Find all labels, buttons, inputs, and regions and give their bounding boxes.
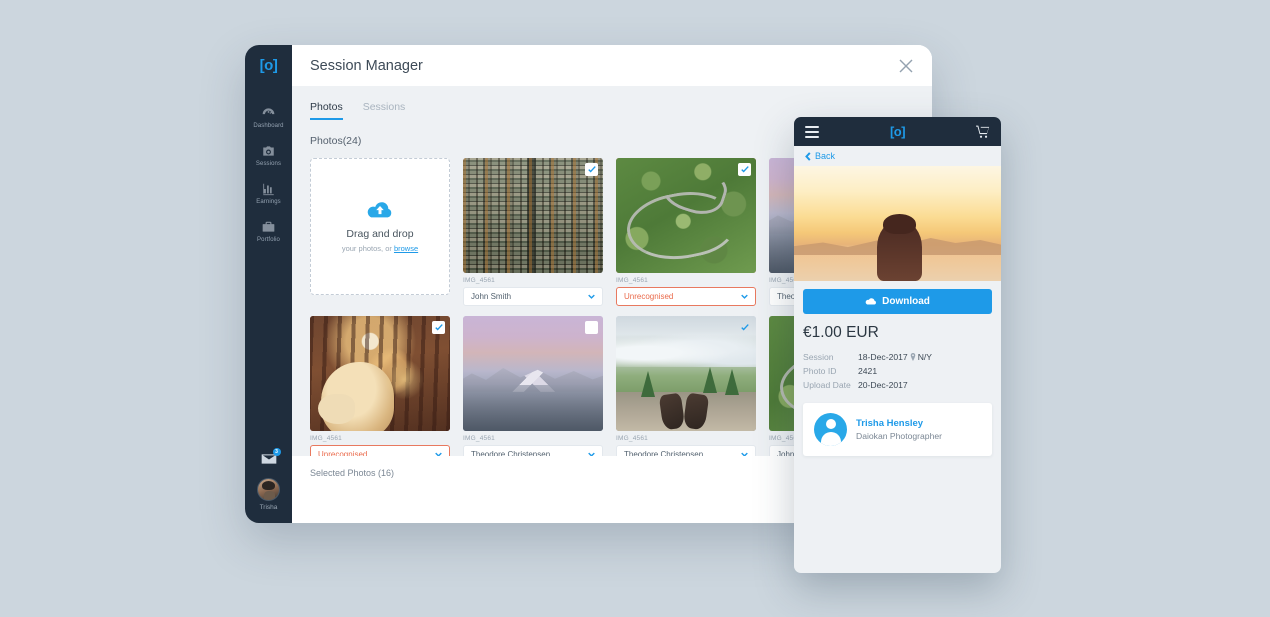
dropzone-secondary-text: your photos, or browse <box>342 244 418 253</box>
shopping-cart-icon[interactable] <box>976 125 990 138</box>
close-icon <box>899 59 913 72</box>
photo-image-dog-forest-sunlight <box>310 316 450 431</box>
avatar[interactable] <box>257 478 280 501</box>
messages-button[interactable]: 3 <box>261 448 281 465</box>
photo-assignee-select[interactable]: John Smith <box>463 287 603 306</box>
session-date: 18-Dec-2017 <box>858 352 908 362</box>
dropzone-primary-text: Drag and drop <box>346 228 414 240</box>
tab-sessions[interactable]: Sessions <box>363 101 406 120</box>
detail-key: Photo ID <box>803 366 837 376</box>
sidebar-user-name: Trisha <box>259 504 278 511</box>
app-sidebar: [o] Dashboard Sessions Earnings Portfoli… <box>245 45 292 523</box>
sidebar-nav: Dashboard Sessions Earnings Portfolio <box>245 99 292 251</box>
session-location: N/Y <box>917 352 933 362</box>
photographer-role: Daiokan Photographer <box>856 431 942 441</box>
photo-card: IMG_4561 Unrecognised <box>616 158 756 306</box>
photo-select-checkbox[interactable] <box>585 163 598 176</box>
download-button[interactable]: Download <box>803 289 992 314</box>
photo-filename: IMG_4561 <box>463 435 495 442</box>
dropzone-secondary-prefix: your photos, or <box>341 244 394 253</box>
hamburger-icon[interactable] <box>805 125 819 138</box>
photo-card: IMG_4561 Theodore Christensen <box>616 316 756 464</box>
photo-image-boots-overlook <box>616 316 756 431</box>
close-button[interactable] <box>896 56 916 76</box>
chevron-down-icon <box>741 293 748 300</box>
photo-thumbnail[interactable] <box>463 158 603 273</box>
app-logo: [o] <box>259 57 278 74</box>
detail-value: 2421 <box>858 366 878 376</box>
photo-thumbnail[interactable] <box>310 316 450 431</box>
photo-select-checkbox[interactable] <box>738 321 751 334</box>
detail-row-session: Session 18-Dec-2017 N/Y <box>803 350 992 364</box>
photo-thumbnail[interactable] <box>463 316 603 431</box>
photographer-info: Trisha Hensley Daiokan Photographer <box>856 418 942 441</box>
photo-assignee-select[interactable]: Unrecognised <box>616 287 756 306</box>
page-title: Session Manager <box>310 57 423 74</box>
photo-image-aerial-forest-road <box>616 158 756 273</box>
mobile-back-label: Back <box>815 151 836 161</box>
mobile-header: [o] <box>794 117 1001 146</box>
photo-image-apartment-facade <box>463 158 603 273</box>
photo-select-checkbox[interactable] <box>432 321 445 334</box>
sidebar-footer: 3 Trisha <box>245 448 292 511</box>
download-label: Download <box>882 296 930 307</box>
detail-value: 20-Dec-2017 <box>858 380 908 390</box>
location-pin-icon <box>910 353 915 361</box>
upload-dropzone[interactable]: Drag and drop your photos, or browse <box>310 158 450 295</box>
photo-assignee-value: Unrecognised <box>624 292 674 301</box>
sidebar-label-sessions: Sessions <box>255 161 282 167</box>
chevron-left-icon <box>805 151 811 161</box>
detail-key: Session <box>803 352 834 362</box>
photographer-name: Trisha Hensley <box>856 418 924 429</box>
briefcase-icon <box>261 220 276 234</box>
messages-badge: 3 <box>272 448 281 456</box>
sidebar-item-portfolio[interactable]: Portfolio <box>245 213 292 251</box>
detail-key: Upload Date <box>803 380 851 390</box>
bar-chart-icon <box>261 182 276 196</box>
sidebar-label-dashboard: Dashboard <box>253 123 284 129</box>
detail-row-photo-id: Photo ID 2421 <box>803 364 992 378</box>
photo-image-mountain-dusk <box>463 316 603 431</box>
photo-filename: IMG_4561 <box>310 435 342 442</box>
mobile-back-button[interactable]: Back <box>794 146 1001 166</box>
browse-link[interactable]: browse <box>394 244 418 253</box>
photo-thumbnail[interactable] <box>616 158 756 273</box>
photo-price: €1.00 EUR <box>803 324 879 341</box>
photo-thumbnail[interactable] <box>616 316 756 431</box>
dashboard-icon <box>261 106 276 120</box>
camera-icon <box>261 144 276 158</box>
cloud-upload-icon <box>366 200 394 221</box>
mobile-details: Download €1.00 EUR Session 18-Dec-2017 N… <box>794 281 1001 456</box>
sidebar-label-earnings: Earnings <box>256 199 281 205</box>
photographer-card[interactable]: Trisha Hensley Daiokan Photographer <box>803 403 992 456</box>
photo-filename: IMG_4561 <box>616 277 648 284</box>
photographer-avatar-icon <box>814 413 847 446</box>
photo-filename: IMG_4561 <box>616 435 648 442</box>
detail-value: 18-Dec-2017 N/Y <box>858 350 932 364</box>
cloud-download-icon <box>865 298 877 305</box>
sidebar-item-earnings[interactable]: Earnings <box>245 175 292 213</box>
chevron-down-icon <box>588 293 595 300</box>
photo-select-checkbox[interactable] <box>585 321 598 334</box>
photo-card: IMG_4561 Theodore Christensen <box>463 316 603 464</box>
photo-select-checkbox[interactable] <box>738 163 751 176</box>
mobile-logo: [o] <box>889 124 906 139</box>
tab-photos[interactable]: Photos <box>310 101 343 120</box>
sidebar-item-dashboard[interactable]: Dashboard <box>245 99 292 137</box>
mobile-hero-photo[interactable] <box>794 166 1001 281</box>
sidebar-item-sessions[interactable]: Sessions <box>245 137 292 175</box>
photo-card: IMG_4561 John Smith <box>463 158 603 306</box>
screenshot-stage: [o] Dashboard Sessions Earnings Portfoli… <box>0 0 1270 617</box>
photo-filename: IMG_4561 <box>463 277 495 284</box>
photo-card: IMG_4561 Unrecognised <box>310 316 450 464</box>
window-titlebar: Session Manager <box>292 45 932 86</box>
mobile-preview-panel: [o] Back Download €1.00 EUR Session 18-D… <box>794 117 1001 573</box>
photo-image-sunset-silhouette <box>794 166 1001 281</box>
sidebar-label-portfolio: Portfolio <box>257 237 280 243</box>
photo-assignee-value: John Smith <box>471 292 512 301</box>
detail-row-upload-date: Upload Date 20-Dec-2017 <box>803 378 992 392</box>
